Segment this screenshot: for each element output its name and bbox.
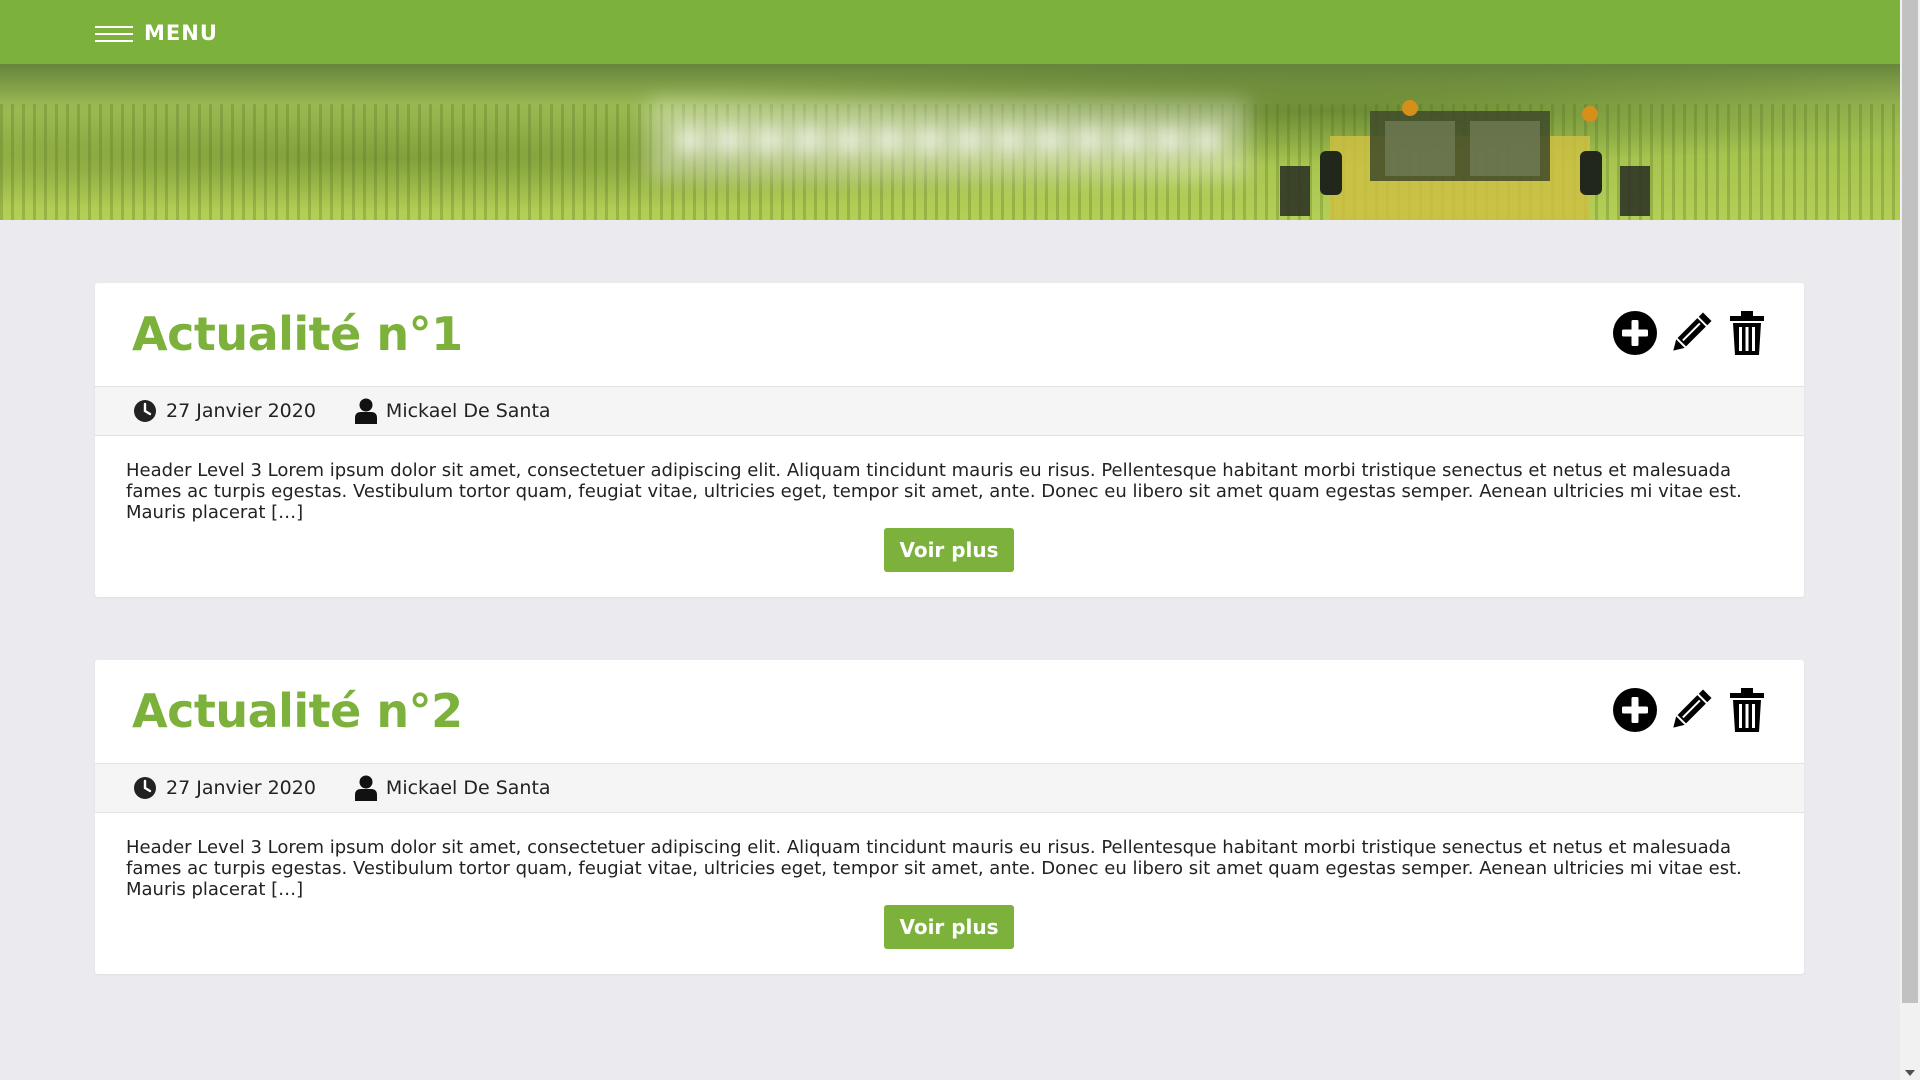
site-logo-blurred	[648, 100, 1248, 180]
plus-circle-icon	[1613, 688, 1657, 732]
user-icon	[354, 398, 377, 424]
article-excerpt: Header Level 3 Lorem ipsum dolor sit ame…	[126, 460, 1742, 523]
article-card: Actualité n°1 27 Janvier 2020 Mickael De…	[95, 283, 1804, 597]
menu-label: MENU	[144, 21, 218, 45]
pencil-icon	[1673, 689, 1712, 728]
author-text: Mickael De Santa	[385, 400, 551, 422]
tractor-image	[1280, 100, 1650, 220]
trash-icon	[1730, 688, 1764, 732]
article-excerpt: Header Level 3 Lorem ipsum dolor sit ame…	[126, 837, 1742, 900]
article-meta: 27 Janvier 2020 Mickael De Santa	[95, 763, 1804, 813]
card-header: Actualité n°2	[95, 660, 1804, 763]
edit-button[interactable]	[1667, 686, 1715, 734]
voir-plus-button[interactable]: Voir plus	[884, 528, 1014, 572]
clock-icon	[134, 400, 156, 422]
article-actions	[1611, 686, 1771, 734]
author-text: Mickael De Santa	[385, 777, 551, 799]
delete-button[interactable]	[1723, 686, 1771, 734]
scrollbar-thumb[interactable]	[1902, 0, 1918, 1003]
top-navbar: MENU	[0, 0, 1900, 64]
scroll-down-arrow-icon[interactable]	[1905, 1070, 1915, 1076]
article-card: Actualité n°2 27 Janvier 2020 Mickael De…	[95, 660, 1804, 974]
clock-icon	[134, 777, 156, 799]
pencil-icon	[1673, 312, 1712, 351]
article-title: Actualité n°1	[132, 307, 463, 361]
article-title: Actualité n°2	[132, 684, 463, 738]
add-button[interactable]	[1611, 309, 1659, 357]
article-meta: 27 Janvier 2020 Mickael De Santa	[95, 386, 1804, 436]
article-date: 27 Janvier 2020	[133, 399, 316, 423]
voir-plus-button[interactable]: Voir plus	[884, 905, 1014, 949]
hamburger-icon	[95, 24, 133, 42]
card-header: Actualité n°1	[95, 283, 1804, 386]
article-author: Mickael De Santa	[354, 775, 551, 801]
edit-button[interactable]	[1667, 309, 1715, 357]
article-author: Mickael De Santa	[354, 398, 551, 424]
trash-icon	[1730, 311, 1764, 355]
user-icon	[354, 775, 377, 801]
add-button[interactable]	[1611, 686, 1659, 734]
article-actions	[1611, 309, 1771, 357]
date-text: 27 Janvier 2020	[166, 400, 316, 422]
menu-button[interactable]: MENU	[95, 21, 218, 45]
plus-circle-icon	[1613, 311, 1657, 355]
article-date: 27 Janvier 2020	[133, 776, 316, 800]
delete-button[interactable]	[1723, 309, 1771, 357]
page-scrollbar[interactable]	[1900, 0, 1920, 1080]
date-text: 27 Janvier 2020	[166, 777, 316, 799]
header-banner-image	[0, 64, 1900, 220]
